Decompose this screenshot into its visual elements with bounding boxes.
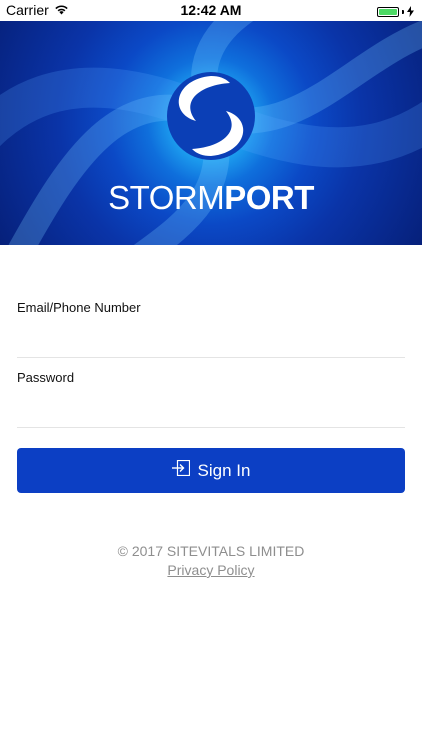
sign-in-label: Sign In bbox=[197, 460, 251, 480]
header-banner: STORMPORT bbox=[0, 21, 422, 245]
status-bar: Carrier 12:42 AM bbox=[0, 0, 422, 21]
charging-icon bbox=[407, 4, 414, 20]
brand-logo-text: STORMPORT bbox=[0, 179, 422, 217]
privacy-policy-link[interactable]: Privacy Policy bbox=[0, 562, 422, 578]
brand-bold: PORT bbox=[224, 179, 314, 216]
email-field[interactable] bbox=[17, 323, 405, 351]
status-time: 12:42 AM bbox=[180, 2, 242, 18]
battery-icon bbox=[377, 7, 399, 17]
email-label: Email/Phone Number bbox=[17, 300, 141, 315]
password-label: Password bbox=[17, 370, 75, 385]
email-divider bbox=[17, 357, 405, 358]
brand-light: STORM bbox=[108, 179, 225, 216]
sign-in-button[interactable]: Sign In bbox=[17, 448, 405, 493]
swirl-logo bbox=[167, 72, 255, 160]
password-divider bbox=[17, 427, 405, 428]
battery-tip bbox=[402, 10, 404, 14]
password-field[interactable] bbox=[17, 393, 405, 421]
sign-in-icon bbox=[171, 459, 190, 481]
copyright-text: © 2017 SITEVITALS LIMITED bbox=[117, 543, 305, 559]
status-right bbox=[377, 4, 414, 20]
